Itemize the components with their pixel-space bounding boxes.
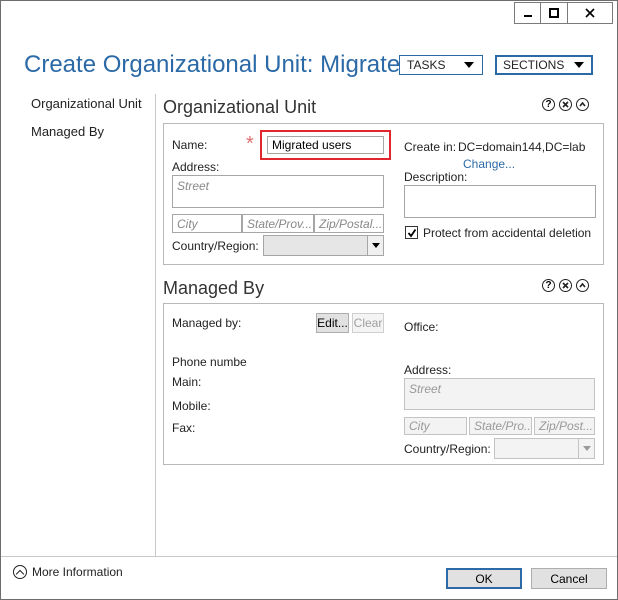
managed-country-label: Country/Region: xyxy=(404,442,491,456)
nav-item-managed-by[interactable]: Managed By xyxy=(31,124,104,139)
change-link[interactable]: Change... xyxy=(463,157,515,171)
clear-button[interactable]: Clear xyxy=(352,313,384,333)
city-input[interactable]: City xyxy=(172,214,242,233)
tasks-label: TASKS xyxy=(407,58,446,72)
close-button[interactable] xyxy=(567,2,613,24)
collapse-icon[interactable] xyxy=(576,279,589,292)
chevron-down-icon xyxy=(367,236,383,255)
managed-zip-input[interactable]: Zip/Post... xyxy=(534,417,595,435)
mobile-label: Mobile: xyxy=(172,399,211,413)
chevron-up-icon xyxy=(13,565,27,579)
section-controls-ou: ? xyxy=(542,98,589,111)
create-in-value: DC=domain144,DC=lab xyxy=(458,140,586,154)
edit-button[interactable]: Edit... xyxy=(316,313,349,333)
protect-label: Protect from accidental deletion xyxy=(423,226,592,240)
country-label: Country/Region: xyxy=(172,239,259,253)
main-label: Main: xyxy=(172,375,202,389)
close-section-icon[interactable] xyxy=(559,98,572,111)
section-controls-managed-by: ? xyxy=(542,279,589,292)
country-select[interactable] xyxy=(263,235,384,256)
managed-state-input[interactable]: State/Pro... xyxy=(469,417,532,435)
description-label: Description: xyxy=(404,170,468,184)
help-icon[interactable]: ? xyxy=(542,279,555,292)
state-input[interactable]: State/Prov... xyxy=(242,214,314,233)
checkmark-icon xyxy=(407,228,416,237)
chevron-down-icon xyxy=(578,439,594,458)
ok-button[interactable]: OK xyxy=(446,568,522,589)
name-label: Name: xyxy=(172,138,208,152)
maximize-button[interactable] xyxy=(540,2,567,24)
managed-address-label: Address: xyxy=(404,363,452,377)
maximize-icon xyxy=(549,8,559,18)
section-title-managed-by: Managed By xyxy=(163,278,265,298)
dialog-window: Create Organizational Unit: Migrate... T… xyxy=(0,0,618,600)
zip-input[interactable]: Zip/Postal... xyxy=(314,214,384,233)
more-information-toggle[interactable]: More Information xyxy=(13,565,123,579)
cancel-button[interactable]: Cancel xyxy=(531,568,607,589)
required-icon: * xyxy=(246,133,254,155)
street-input[interactable]: Street xyxy=(172,175,384,208)
managed-street-input[interactable]: Street xyxy=(404,378,595,410)
nav-item-organizational-unit[interactable]: Organizational Unit xyxy=(31,96,142,111)
footer-divider xyxy=(1,556,617,557)
tasks-dropdown[interactable]: TASKS xyxy=(399,55,483,75)
title-bar xyxy=(1,1,617,27)
ou-panel: Name: * Migrated users Address: Street C… xyxy=(163,123,604,265)
minimize-button[interactable] xyxy=(514,2,541,24)
chevron-down-icon xyxy=(464,62,474,68)
name-input[interactable]: Migrated users xyxy=(267,136,384,154)
fax-label: Fax: xyxy=(172,421,196,435)
create-in-label: Create in: xyxy=(404,140,457,154)
sidebar-divider xyxy=(155,94,156,556)
more-information-label: More Information xyxy=(32,565,123,579)
collapse-icon[interactable] xyxy=(576,98,589,111)
managed-by-label: Managed by: xyxy=(172,316,242,330)
address-label: Address: xyxy=(172,160,220,174)
office-label: Office: xyxy=(404,320,439,334)
help-icon[interactable]: ? xyxy=(542,98,555,111)
sections-label: SECTIONS xyxy=(503,58,565,72)
managed-country-select[interactable] xyxy=(494,438,595,459)
page-title: Create Organizational Unit: Migrate... xyxy=(24,51,421,78)
managed-by-panel: Managed by: Edit... Clear Phone numbe Ma… xyxy=(163,303,604,465)
chevron-down-icon xyxy=(574,62,584,68)
close-icon xyxy=(585,8,595,18)
description-input[interactable] xyxy=(404,185,596,218)
protect-checkbox[interactable] xyxy=(405,226,418,239)
close-section-icon[interactable] xyxy=(559,279,572,292)
managed-city-input[interactable]: City xyxy=(404,417,467,435)
phone-label: Phone numbe xyxy=(172,355,247,369)
name-highlight: Migrated users xyxy=(260,130,391,160)
sections-dropdown[interactable]: SECTIONS xyxy=(495,55,593,75)
section-title-organizational-unit: Organizational Unit xyxy=(163,97,317,117)
minimize-icon xyxy=(524,15,532,17)
